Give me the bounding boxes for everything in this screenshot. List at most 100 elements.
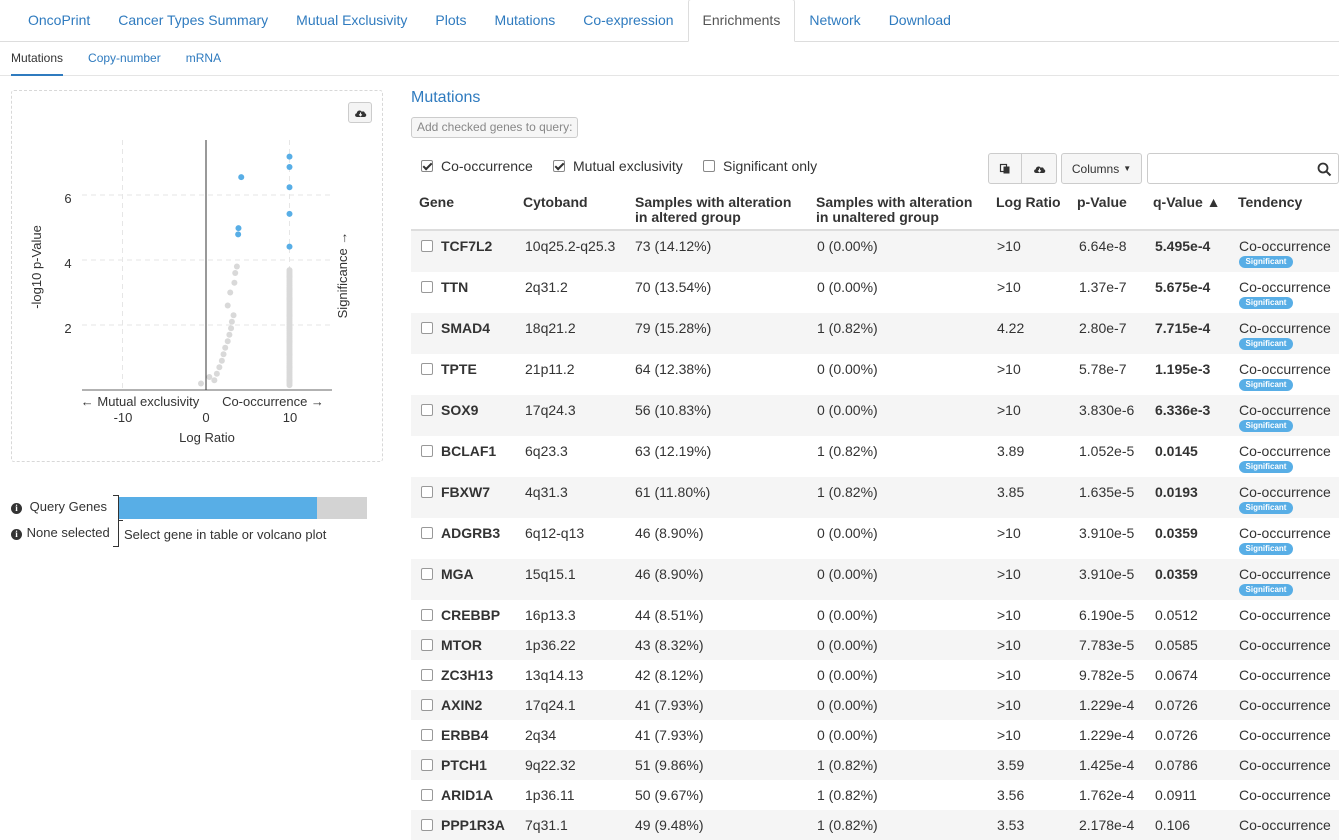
gene-point[interactable] xyxy=(222,344,229,351)
table-row[interactable]: ZC3H13 13q14.13 42 (8.12%) 0 (0.00%) >10 9.78… xyxy=(411,660,1339,690)
row-checkbox[interactable] xyxy=(421,789,433,801)
row-checkbox[interactable] xyxy=(421,759,433,771)
gene-cell[interactable]: FBXW7 xyxy=(441,485,490,499)
table-row[interactable]: PTCH1 9q22.32 51 (9.86%) 1 (0.82%) 3.59 1.425… xyxy=(411,750,1339,780)
table-row[interactable]: TTN 2q31.2 70 (13.54%) 0 (0.00%) >10 1.37e-7 5… xyxy=(411,272,1339,313)
header-log-ratio[interactable]: Log Ratio xyxy=(996,195,1061,210)
significant-gene-point[interactable] xyxy=(286,164,293,171)
gene-cell[interactable]: MTOR xyxy=(441,638,482,652)
gene-cell[interactable]: BCLAF1 xyxy=(441,444,496,458)
gene-point[interactable] xyxy=(220,351,227,358)
gene-point[interactable] xyxy=(224,302,231,309)
gene-point[interactable] xyxy=(224,338,231,345)
gene-cell[interactable]: ARID1A xyxy=(441,788,493,802)
columns-dropdown[interactable]: Columns ▼ xyxy=(1061,153,1142,184)
table-row[interactable]: ERBB4 2q34 41 (7.93%) 0 (0.00%) >10 1.229e-4 0… xyxy=(411,720,1339,750)
gene-point[interactable] xyxy=(227,289,234,296)
filter-mutual-exclusivity[interactable]: Mutual exclusivity xyxy=(553,158,683,174)
gene-point[interactable] xyxy=(286,267,293,274)
row-checkbox[interactable] xyxy=(421,486,433,498)
gene-point[interactable] xyxy=(286,338,293,345)
gene-point[interactable] xyxy=(286,351,293,358)
header-unaltered-group[interactable]: Samples with alteration in unaltered gro… xyxy=(816,195,972,225)
row-checkbox[interactable] xyxy=(421,568,433,580)
gene-point[interactable] xyxy=(226,331,233,338)
tab-network[interactable]: Network xyxy=(795,0,874,41)
co-occurrence-checkbox[interactable] xyxy=(421,160,433,172)
row-checkbox[interactable] xyxy=(421,699,433,711)
row-checkbox[interactable] xyxy=(421,819,433,831)
gene-point[interactable] xyxy=(286,325,293,332)
gene-point[interactable] xyxy=(232,270,239,276)
download-table-button[interactable] xyxy=(1021,153,1057,184)
gene-point[interactable] xyxy=(286,364,293,371)
table-row[interactable]: MGA 15q15.1 46 (8.90%) 0 (0.00%) >10 3.910e-5… xyxy=(411,559,1339,600)
table-row[interactable]: SMAD4 18q21.2 79 (15.28%) 1 (0.82%) 4.22 2.80… xyxy=(411,313,1339,354)
gene-point[interactable] xyxy=(286,377,293,384)
row-checkbox[interactable] xyxy=(421,609,433,621)
gene-cell[interactable]: TTN xyxy=(441,280,468,294)
gene-cell[interactable]: ZC3H13 xyxy=(441,668,493,682)
gene-point[interactable] xyxy=(213,370,220,377)
gene-point[interactable] xyxy=(206,374,213,380)
gene-point[interactable] xyxy=(286,312,293,319)
header-altered-group[interactable]: Samples with alteration in altered group xyxy=(635,195,791,225)
gene-cell[interactable]: ADGRB3 xyxy=(441,526,500,540)
table-row[interactable]: ARID1A 1p36.11 50 (9.67%) 1 (0.82%) 3.56 1.76… xyxy=(411,780,1339,810)
gene-point[interactable] xyxy=(286,273,293,280)
tab-co-expression[interactable]: Co-expression xyxy=(569,0,687,41)
gene-cell[interactable]: PPP1R3A xyxy=(441,818,505,832)
row-checkbox[interactable] xyxy=(421,527,433,539)
table-row[interactable]: CREBBP 16p13.3 44 (8.51%) 0 (0.00%) >10 6.190… xyxy=(411,600,1339,630)
table-row[interactable]: PPP1R3A 7q31.1 49 (9.48%) 1 (0.82%) 3.53 2.17… xyxy=(411,810,1339,840)
tab-download[interactable]: Download xyxy=(875,0,965,41)
significant-gene-point[interactable] xyxy=(286,153,293,160)
gene-cell[interactable]: SOX9 xyxy=(441,403,478,417)
table-row[interactable]: SOX9 17q24.3 56 (10.83%) 0 (0.00%) >10 3.830e… xyxy=(411,395,1339,436)
row-checkbox[interactable] xyxy=(421,445,433,457)
table-row[interactable]: MTOR 1p36.22 43 (8.32%) 0 (0.00%) >10 7.783e-… xyxy=(411,630,1339,660)
row-checkbox[interactable] xyxy=(421,404,433,416)
row-checkbox[interactable] xyxy=(421,281,433,293)
significant-gene-point[interactable] xyxy=(286,243,293,250)
add-checked-genes-button[interactable]: Add checked genes to query: xyxy=(411,117,579,138)
table-row[interactable]: ADGRB3 6q12-q13 46 (8.90%) 0 (0.00%) >10 3.91… xyxy=(411,518,1339,559)
gene-point[interactable] xyxy=(228,325,235,332)
significant-gene-point[interactable] xyxy=(235,231,242,238)
header-p-value[interactable]: p-Value xyxy=(1077,195,1127,210)
info-icon[interactable]: i xyxy=(11,503,22,514)
gene-point[interactable] xyxy=(197,380,204,387)
tab-plots[interactable]: Plots xyxy=(421,0,480,41)
header-cytoband[interactable]: Cytoband xyxy=(523,195,588,210)
gene-cell[interactable]: ERBB4 xyxy=(441,728,488,742)
copy-button[interactable] xyxy=(988,153,1022,184)
significant-gene-point[interactable] xyxy=(286,210,293,217)
filter-co-occurrence[interactable]: Co-occurrence xyxy=(421,158,533,174)
gene-point[interactable] xyxy=(230,312,237,319)
gene-cell[interactable]: MGA xyxy=(441,567,474,581)
tab-mutations[interactable]: Mutations xyxy=(481,0,570,41)
info-icon[interactable]: i xyxy=(11,529,22,540)
gene-point[interactable] xyxy=(231,279,238,286)
gene-cell[interactable]: PTCH1 xyxy=(441,758,487,772)
gene-cell[interactable]: AXIN2 xyxy=(441,698,482,712)
gene-point[interactable] xyxy=(286,286,293,293)
gene-point[interactable] xyxy=(233,263,240,270)
table-row[interactable]: TPTE 21p11.2 64 (12.38%) 0 (0.00%) >10 5.78e-… xyxy=(411,354,1339,395)
row-checkbox[interactable] xyxy=(421,669,433,681)
header-q-value[interactable]: q-Value ▲ xyxy=(1153,195,1221,210)
significant-gene-point[interactable] xyxy=(235,225,242,232)
gene-cell[interactable]: SMAD4 xyxy=(441,321,490,335)
tab-enrichments[interactable]: Enrichments xyxy=(687,0,796,42)
gene-point[interactable] xyxy=(286,296,293,302)
gene-cell[interactable]: CREBBP xyxy=(441,608,500,622)
table-row[interactable]: TCF7L2 10q25.2-q25.3 73 (14.12%) 0 (0.00%) >… xyxy=(411,231,1339,272)
gene-point[interactable] xyxy=(211,377,218,384)
header-tendency[interactable]: Tendency xyxy=(1238,195,1302,210)
row-checkbox[interactable] xyxy=(421,729,433,741)
gene-point[interactable] xyxy=(218,357,225,364)
volcano-plot[interactable]: 6 4 2 -10 0 10 ← Mutual exclusivity Co-o… xyxy=(0,0,390,470)
row-checkbox[interactable] xyxy=(421,322,433,334)
header-gene[interactable]: Gene xyxy=(419,195,454,210)
gene-cell[interactable]: TCF7L2 xyxy=(441,239,492,253)
